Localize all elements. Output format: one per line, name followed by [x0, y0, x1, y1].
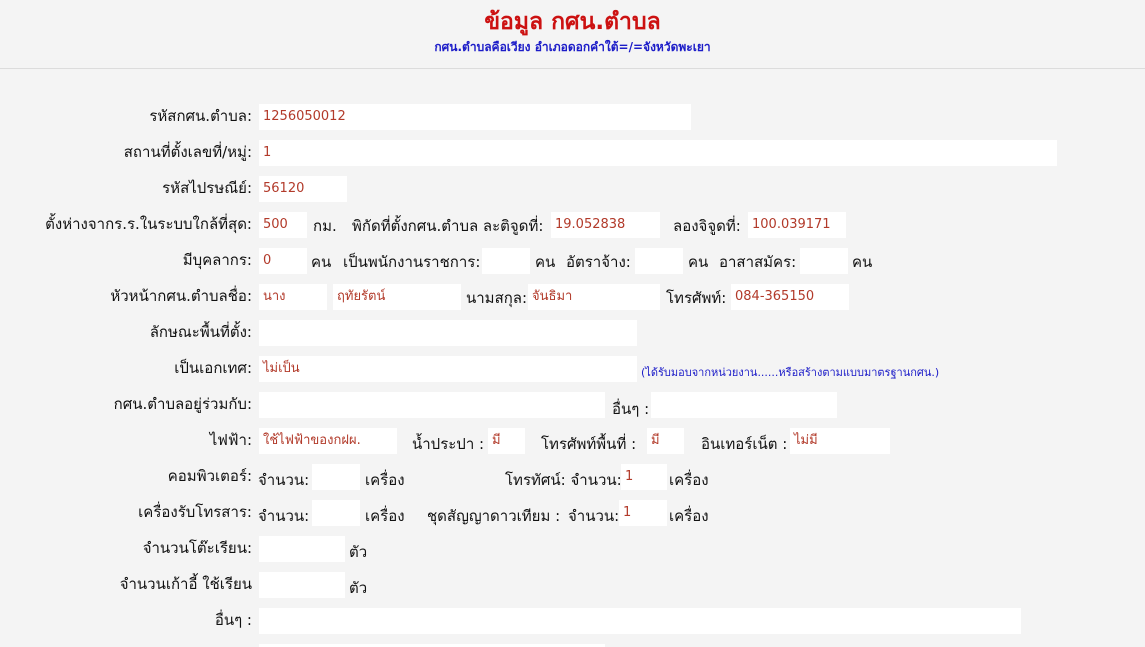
satellite-count-field[interactable]: 1 — [619, 500, 667, 526]
government-staff-label: เป็นพนักงานราชการ: — [343, 253, 481, 271]
latitude-label: พิกัดที่ตั้งกศน.ตำบล ละติจูดที่: — [352, 217, 544, 235]
fax-unit: เครื่อง — [365, 507, 405, 525]
code-field[interactable]: 1256050012 — [259, 104, 691, 130]
independent-note: (ได้รับมอบจากหน่วยงาน......หรือสร้างตามแ… — [641, 366, 940, 379]
desks-field[interactable] — [259, 536, 345, 562]
landline-label: โทรศัพท์พื้นที่ : — [541, 435, 637, 453]
staff-unit: คน — [311, 253, 332, 271]
chairs-unit: ตัว — [349, 579, 368, 597]
satellite-count-label: จำนวน: — [568, 507, 620, 525]
landline-field[interactable]: มี — [647, 428, 684, 454]
computer-count-field[interactable] — [312, 464, 360, 490]
code-label: รหัสกศน.ตำบล: — [149, 107, 252, 125]
water-label: น้ำประปา : — [412, 435, 485, 453]
satellite-unit: เครื่อง — [669, 507, 709, 525]
fax-count-field[interactable] — [312, 500, 360, 526]
shared-other-label: อื่นๆ : — [612, 400, 650, 418]
others-label: อื่นๆ : — [214, 611, 252, 629]
head-name-label: หัวหน้ากศน.ตำบลชื่อ: — [110, 287, 252, 305]
head-prefix-field[interactable]: นาง — [259, 284, 327, 310]
fax-count-label: จำนวน: — [258, 507, 310, 525]
postal-label: รหัสไปรษณีย์: — [162, 179, 252, 197]
page-header: ข้อมูล กศน.ตำบล กศน.ตำบลคือเวียง อำเภอดอ… — [0, 0, 1145, 69]
chairs-label: จำนวนเก้าอี้ ใช้เรียน — [119, 575, 252, 593]
independent-label: เป็นเอกเทศ: — [174, 359, 252, 377]
volunteer-label: อาสาสมัคร: — [719, 253, 797, 271]
internet-field[interactable]: ไม่มี — [790, 428, 890, 454]
chairs-field[interactable] — [259, 572, 345, 598]
computer-count-label: จำนวน: — [258, 471, 310, 489]
water-field[interactable]: มี — [488, 428, 525, 454]
computer-unit: เครื่อง — [365, 471, 405, 489]
others-field[interactable] — [259, 608, 1021, 634]
volunteer-unit: คน — [852, 253, 873, 271]
staff-label: มีบุคลากร: — [182, 251, 252, 269]
distance-field[interactable]: 500 — [259, 212, 307, 238]
hired-staff-label: อัตราจ้าง: — [566, 253, 631, 271]
area-field[interactable] — [259, 320, 637, 346]
distance-label: ตั้งห่างจากร.ร.ในระบบใกล้ที่สุด: — [45, 215, 252, 233]
satellite-label: ชุดสัญญาดาวเทียม : — [427, 507, 561, 525]
computer-label: คอมพิวเตอร์: — [167, 467, 252, 485]
location-field[interactable]: 1 — [259, 140, 1057, 166]
longitude-field[interactable]: 100.039171 — [748, 212, 846, 238]
shared-field[interactable] — [259, 392, 605, 418]
phone-label: โทรศัพท์: — [666, 289, 727, 307]
hired-staff-field[interactable] — [635, 248, 683, 274]
phone-field[interactable]: 084-365150 — [731, 284, 849, 310]
internet-label: อินเทอร์เน็ต : — [701, 435, 788, 453]
government-staff-unit: คน — [535, 253, 556, 271]
hired-staff-unit: คน — [688, 253, 709, 271]
location-label: สถานที่ตั้งเลขที่/หมู่: — [123, 143, 252, 161]
surname-label: นามสกุล: — [466, 289, 528, 307]
staff-field[interactable]: 0 — [259, 248, 307, 274]
head-firstname-field[interactable]: ฤทัยรัตน์ — [333, 284, 461, 310]
latitude-field[interactable]: 19.052838 — [551, 212, 660, 238]
page-subtitle: กศน.ตำบลคือเวียง อำเภอดอกคำใต้=/=จังหวัด… — [434, 40, 711, 54]
government-staff-field[interactable] — [482, 248, 530, 274]
desks-label: จำนวนโต๊ะเรียน: — [142, 539, 252, 557]
electricity-field[interactable]: ใช้ไฟฟ้าของกฝผ. — [259, 428, 397, 454]
tv-label: โทรทัศน์: จำนวน: — [505, 471, 622, 489]
surname-field[interactable]: จันธิมา — [528, 284, 660, 310]
shared-label: กศน.ตำบลอยู่ร่วมกับ: — [113, 395, 252, 413]
desks-unit: ตัว — [349, 543, 368, 561]
distance-unit: กม. — [313, 217, 337, 235]
electricity-label: ไฟฟ้า: — [209, 431, 252, 449]
fax-label: เครื่องรับโทรสาร: — [138, 503, 252, 521]
tv-unit: เครื่อง — [669, 471, 709, 489]
independent-field[interactable]: ไม่เป็น — [259, 356, 637, 382]
page-title: ข้อมูล กศน.ตำบล — [484, 9, 661, 35]
postal-field[interactable]: 56120 — [259, 176, 347, 202]
tv-count-field[interactable]: 1 — [621, 464, 667, 490]
area-label: ลักษณะพื้นที่ตั้ง: — [149, 323, 252, 341]
shared-other-field[interactable] — [651, 392, 837, 418]
volunteer-field[interactable] — [800, 248, 848, 274]
longitude-label: ลองจิจูดที่: — [673, 217, 741, 235]
